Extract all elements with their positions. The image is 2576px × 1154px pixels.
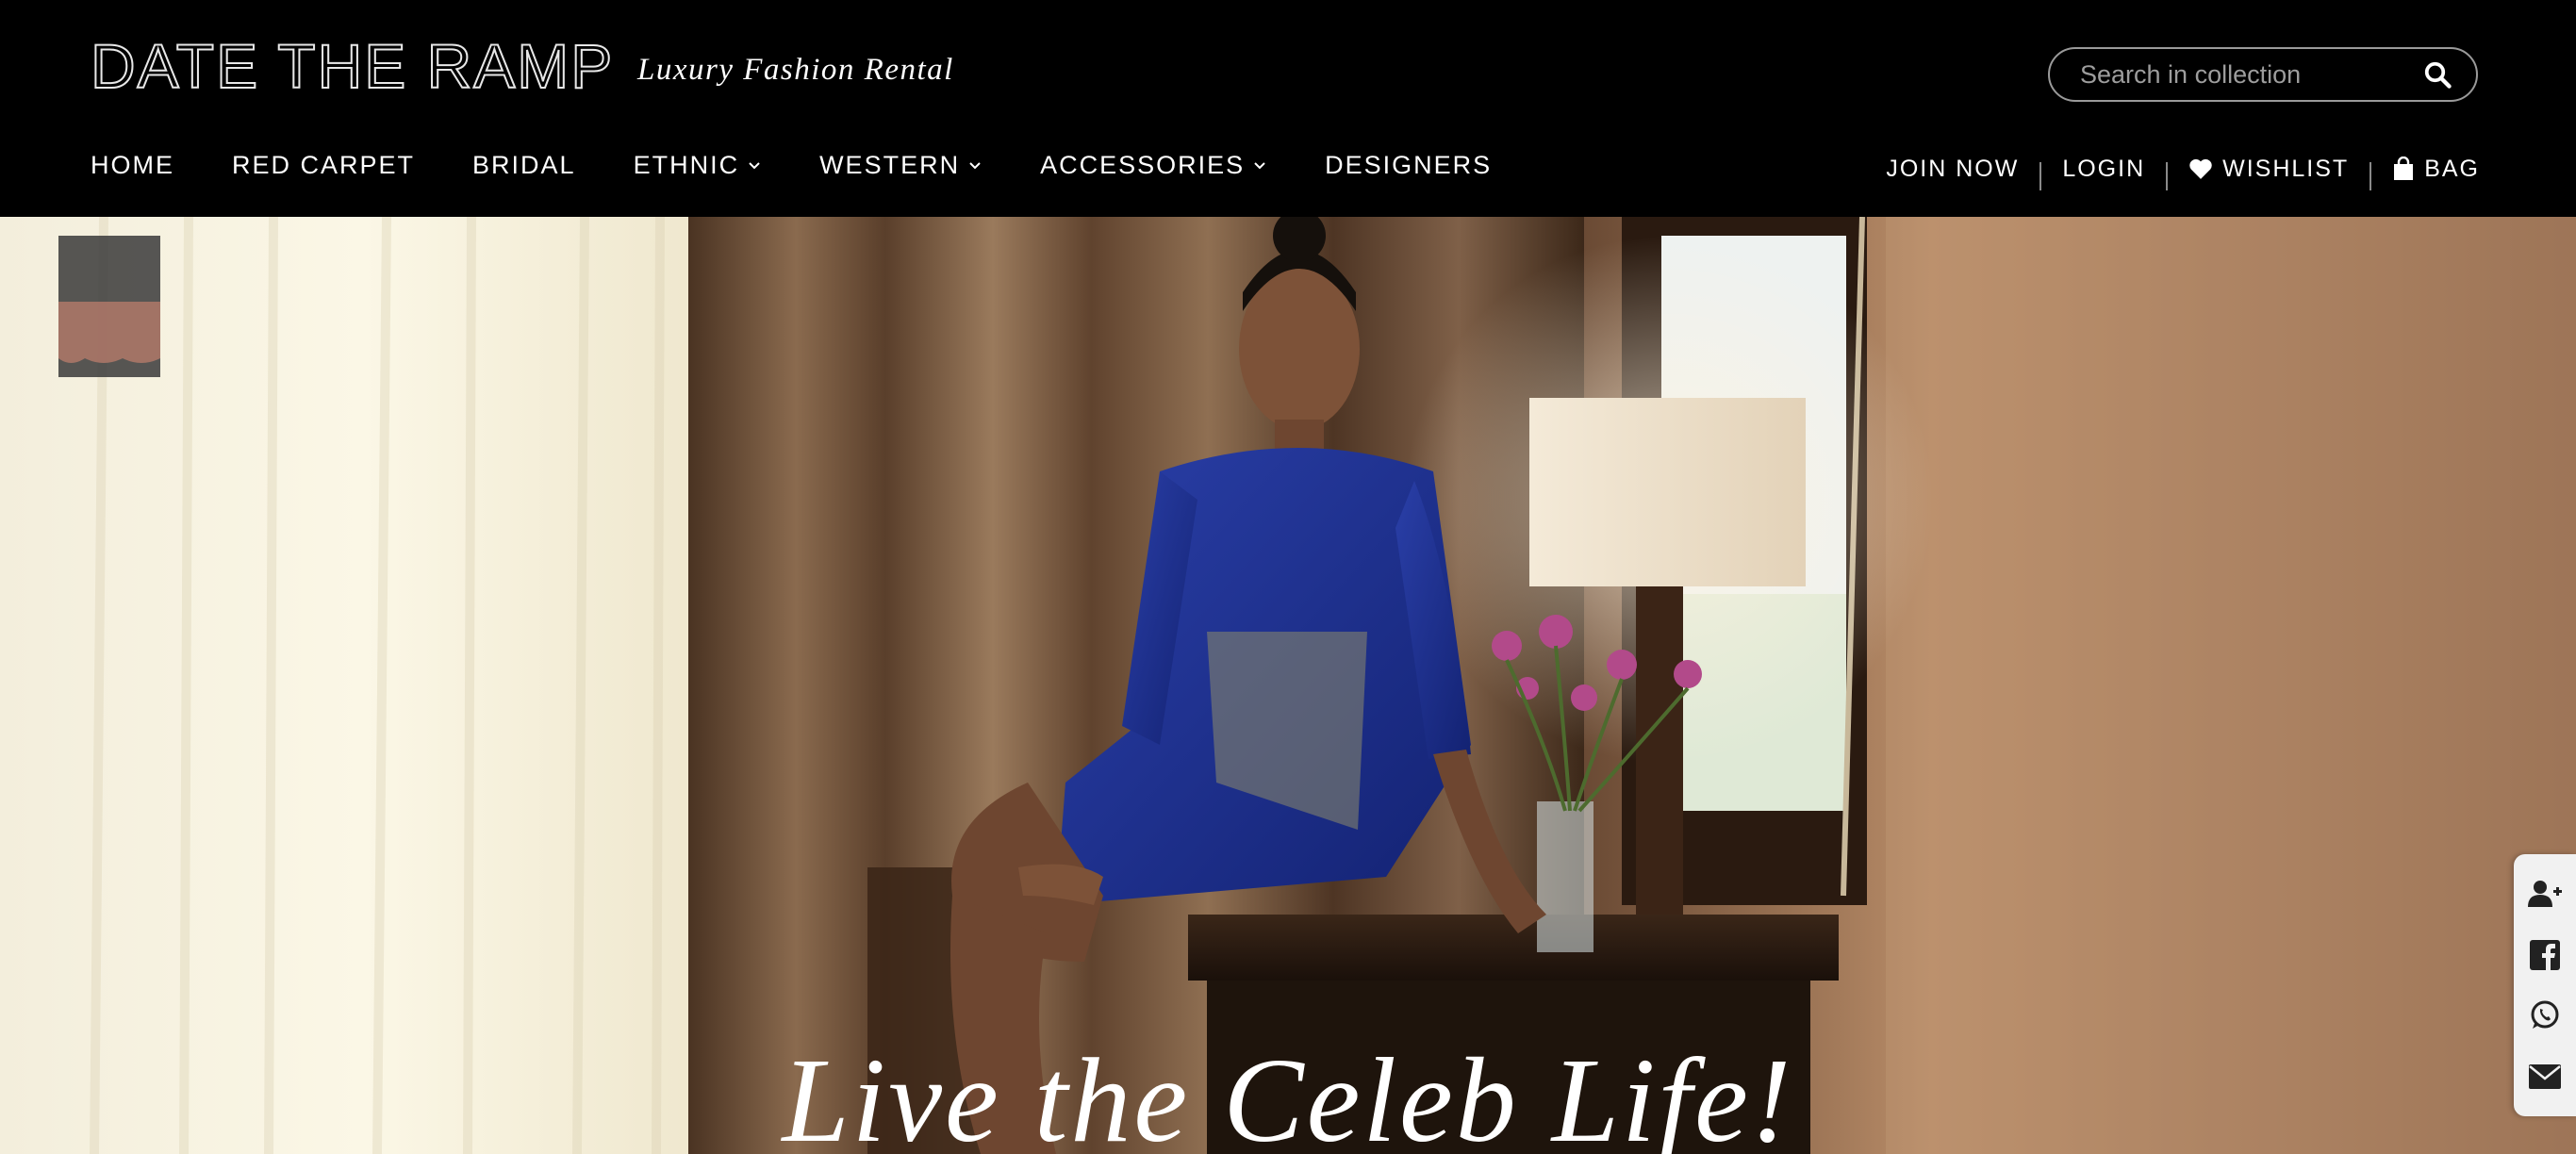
nav-designers[interactable]: DESIGNERS [1325, 151, 1492, 180]
wishlist-link[interactable]: WISHLIST [2188, 156, 2349, 183]
search-box[interactable] [2048, 47, 2478, 102]
whatsapp-icon[interactable] [2526, 997, 2564, 1034]
chevron-down-icon [1254, 161, 1265, 169]
main-nav: HOME RED CARPET BRIDAL ETHNIC WESTERN AC… [91, 151, 1549, 180]
login-link[interactable]: LOGIN [2062, 156, 2145, 183]
site-header: DATE THE RAMP Luxury Fashion Rental HOME… [0, 0, 2576, 217]
hero-banner: Live the Celeb Life! [0, 217, 2576, 1154]
chevron-down-icon [749, 161, 760, 169]
heart-icon [2189, 158, 2212, 179]
search-icon[interactable] [2423, 60, 2452, 89]
hero-headline: Live the Celeb Life! [782, 1033, 1794, 1154]
nav-ethnic[interactable]: ETHNIC [634, 151, 763, 180]
envelope-icon[interactable] [2526, 1058, 2564, 1096]
divider [2039, 162, 2042, 190]
bag-link[interactable]: BAG [2392, 156, 2480, 183]
divider [2370, 162, 2372, 190]
social-sidebar [2514, 854, 2576, 1116]
hero-image [0, 217, 2576, 1154]
nav-label: HOME [91, 151, 174, 179]
add-user-icon[interactable] [2526, 875, 2564, 913]
chevron-down-icon [969, 161, 981, 169]
nav-label: ACCESSORIES [1040, 151, 1246, 179]
brand-tagline: Luxury Fashion Rental [637, 53, 954, 87]
nav-label: RED CARPET [232, 151, 416, 179]
divider [2166, 162, 2169, 190]
bag-label: BAG [2424, 155, 2480, 182]
account-links: JOIN NOW LOGIN WISHLIST BAG [1886, 155, 2480, 190]
nav-label: BRIDAL [472, 151, 576, 179]
nav-label: ETHNIC [633, 151, 740, 179]
nav-western[interactable]: WESTERN [819, 151, 983, 180]
wishlist-label: WISHLIST [2222, 155, 2350, 182]
nav-accessories[interactable]: ACCESSORIES [1040, 151, 1267, 180]
join-now-link[interactable]: JOIN NOW [1886, 156, 2019, 183]
nav-home[interactable]: HOME [91, 151, 174, 180]
shopping-bag-icon [2394, 157, 2414, 180]
nav-red-carpet[interactable]: RED CARPET [232, 151, 415, 180]
nav-bridal[interactable]: BRIDAL [472, 151, 576, 180]
nav-label: DESIGNERS [1325, 151, 1493, 179]
nav-label: WESTERN [819, 151, 961, 179]
brand-logo[interactable]: DATE THE RAMP [90, 30, 614, 102]
search-input[interactable] [2050, 48, 2423, 101]
facebook-icon[interactable] [2526, 936, 2564, 974]
